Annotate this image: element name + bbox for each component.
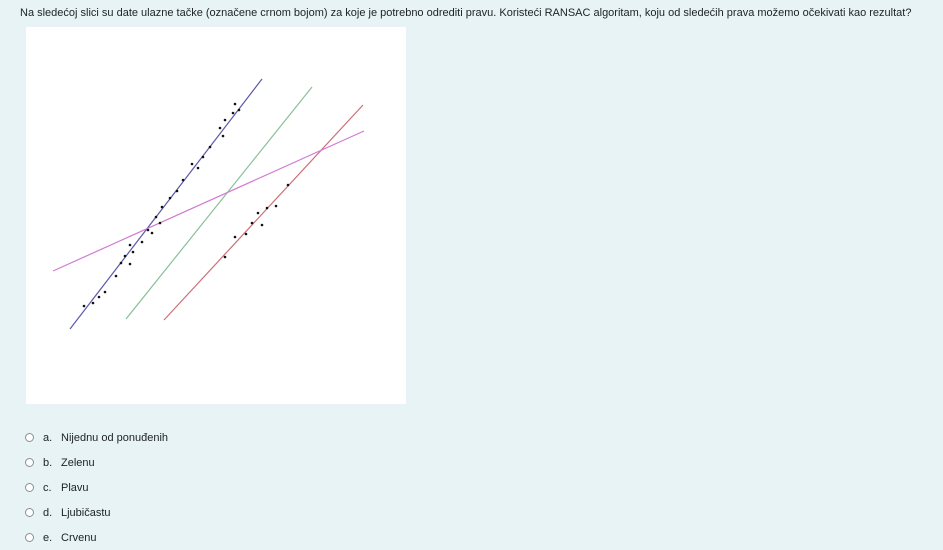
input-point xyxy=(190,162,194,166)
input-points xyxy=(82,102,290,308)
answer-option-e[interactable]: e. Crvenu xyxy=(25,525,168,550)
input-point xyxy=(97,295,101,299)
answer-number: a. xyxy=(43,431,53,444)
input-point xyxy=(114,274,118,278)
input-point xyxy=(218,126,222,130)
answer-list: a. Nijednu od ponuđenih b. Zelenu c. Pla… xyxy=(25,425,168,550)
input-point xyxy=(231,111,235,115)
input-point xyxy=(160,205,164,209)
input-point xyxy=(154,215,158,219)
input-point xyxy=(265,206,269,210)
input-point xyxy=(233,235,237,239)
red-line xyxy=(163,104,364,321)
input-point xyxy=(223,255,227,259)
input-point xyxy=(91,301,95,305)
input-point xyxy=(123,254,127,258)
input-point xyxy=(146,228,150,232)
input-point xyxy=(82,304,86,308)
input-point xyxy=(233,102,237,106)
input-point xyxy=(286,183,290,187)
radio-button[interactable] xyxy=(25,433,34,442)
ransac-lines-plot xyxy=(52,78,365,330)
purple-line xyxy=(52,130,365,272)
answer-label[interactable]: Zelenu xyxy=(61,457,95,469)
answer-label[interactable]: Nijednu od ponuđenih xyxy=(61,432,168,444)
input-point xyxy=(223,118,227,122)
input-point xyxy=(256,211,260,215)
answer-label[interactable]: Plavu xyxy=(61,482,89,494)
input-point xyxy=(175,189,179,193)
input-point xyxy=(237,108,241,112)
input-point xyxy=(128,243,132,247)
input-point xyxy=(221,134,225,138)
input-point xyxy=(131,250,135,254)
green-line xyxy=(125,86,313,320)
input-point xyxy=(260,223,264,227)
input-point xyxy=(158,221,162,225)
input-point xyxy=(140,240,144,244)
input-point xyxy=(103,290,107,294)
answer-option-b[interactable]: b. Zelenu xyxy=(25,450,168,475)
input-point xyxy=(208,145,212,149)
input-point xyxy=(119,261,123,265)
input-point xyxy=(274,204,278,208)
radio-button[interactable] xyxy=(25,458,34,467)
input-point xyxy=(250,221,254,225)
input-point xyxy=(128,262,132,266)
input-point xyxy=(196,166,200,170)
question-text: Na sledećoj slici su date ulazne tačke (… xyxy=(20,7,912,19)
radio-button[interactable] xyxy=(25,508,34,517)
answer-option-d[interactable]: d. Ljubičastu xyxy=(25,500,168,525)
answer-option-a[interactable]: a. Nijednu od ponuđenih xyxy=(25,425,168,450)
radio-button[interactable] xyxy=(25,483,34,492)
answer-number: c. xyxy=(43,481,52,494)
input-point xyxy=(168,196,172,200)
radio-button[interactable] xyxy=(25,533,34,542)
input-point xyxy=(244,232,248,236)
answer-number: b. xyxy=(43,456,53,469)
input-point xyxy=(150,231,154,235)
answer-number: d. xyxy=(43,506,53,519)
blue-line xyxy=(69,78,263,330)
input-point xyxy=(181,178,185,182)
answer-option-c[interactable]: c. Plavu xyxy=(25,475,168,500)
input-point xyxy=(201,155,205,159)
question-figure xyxy=(26,27,406,404)
answer-label[interactable]: Ljubičastu xyxy=(61,507,111,519)
